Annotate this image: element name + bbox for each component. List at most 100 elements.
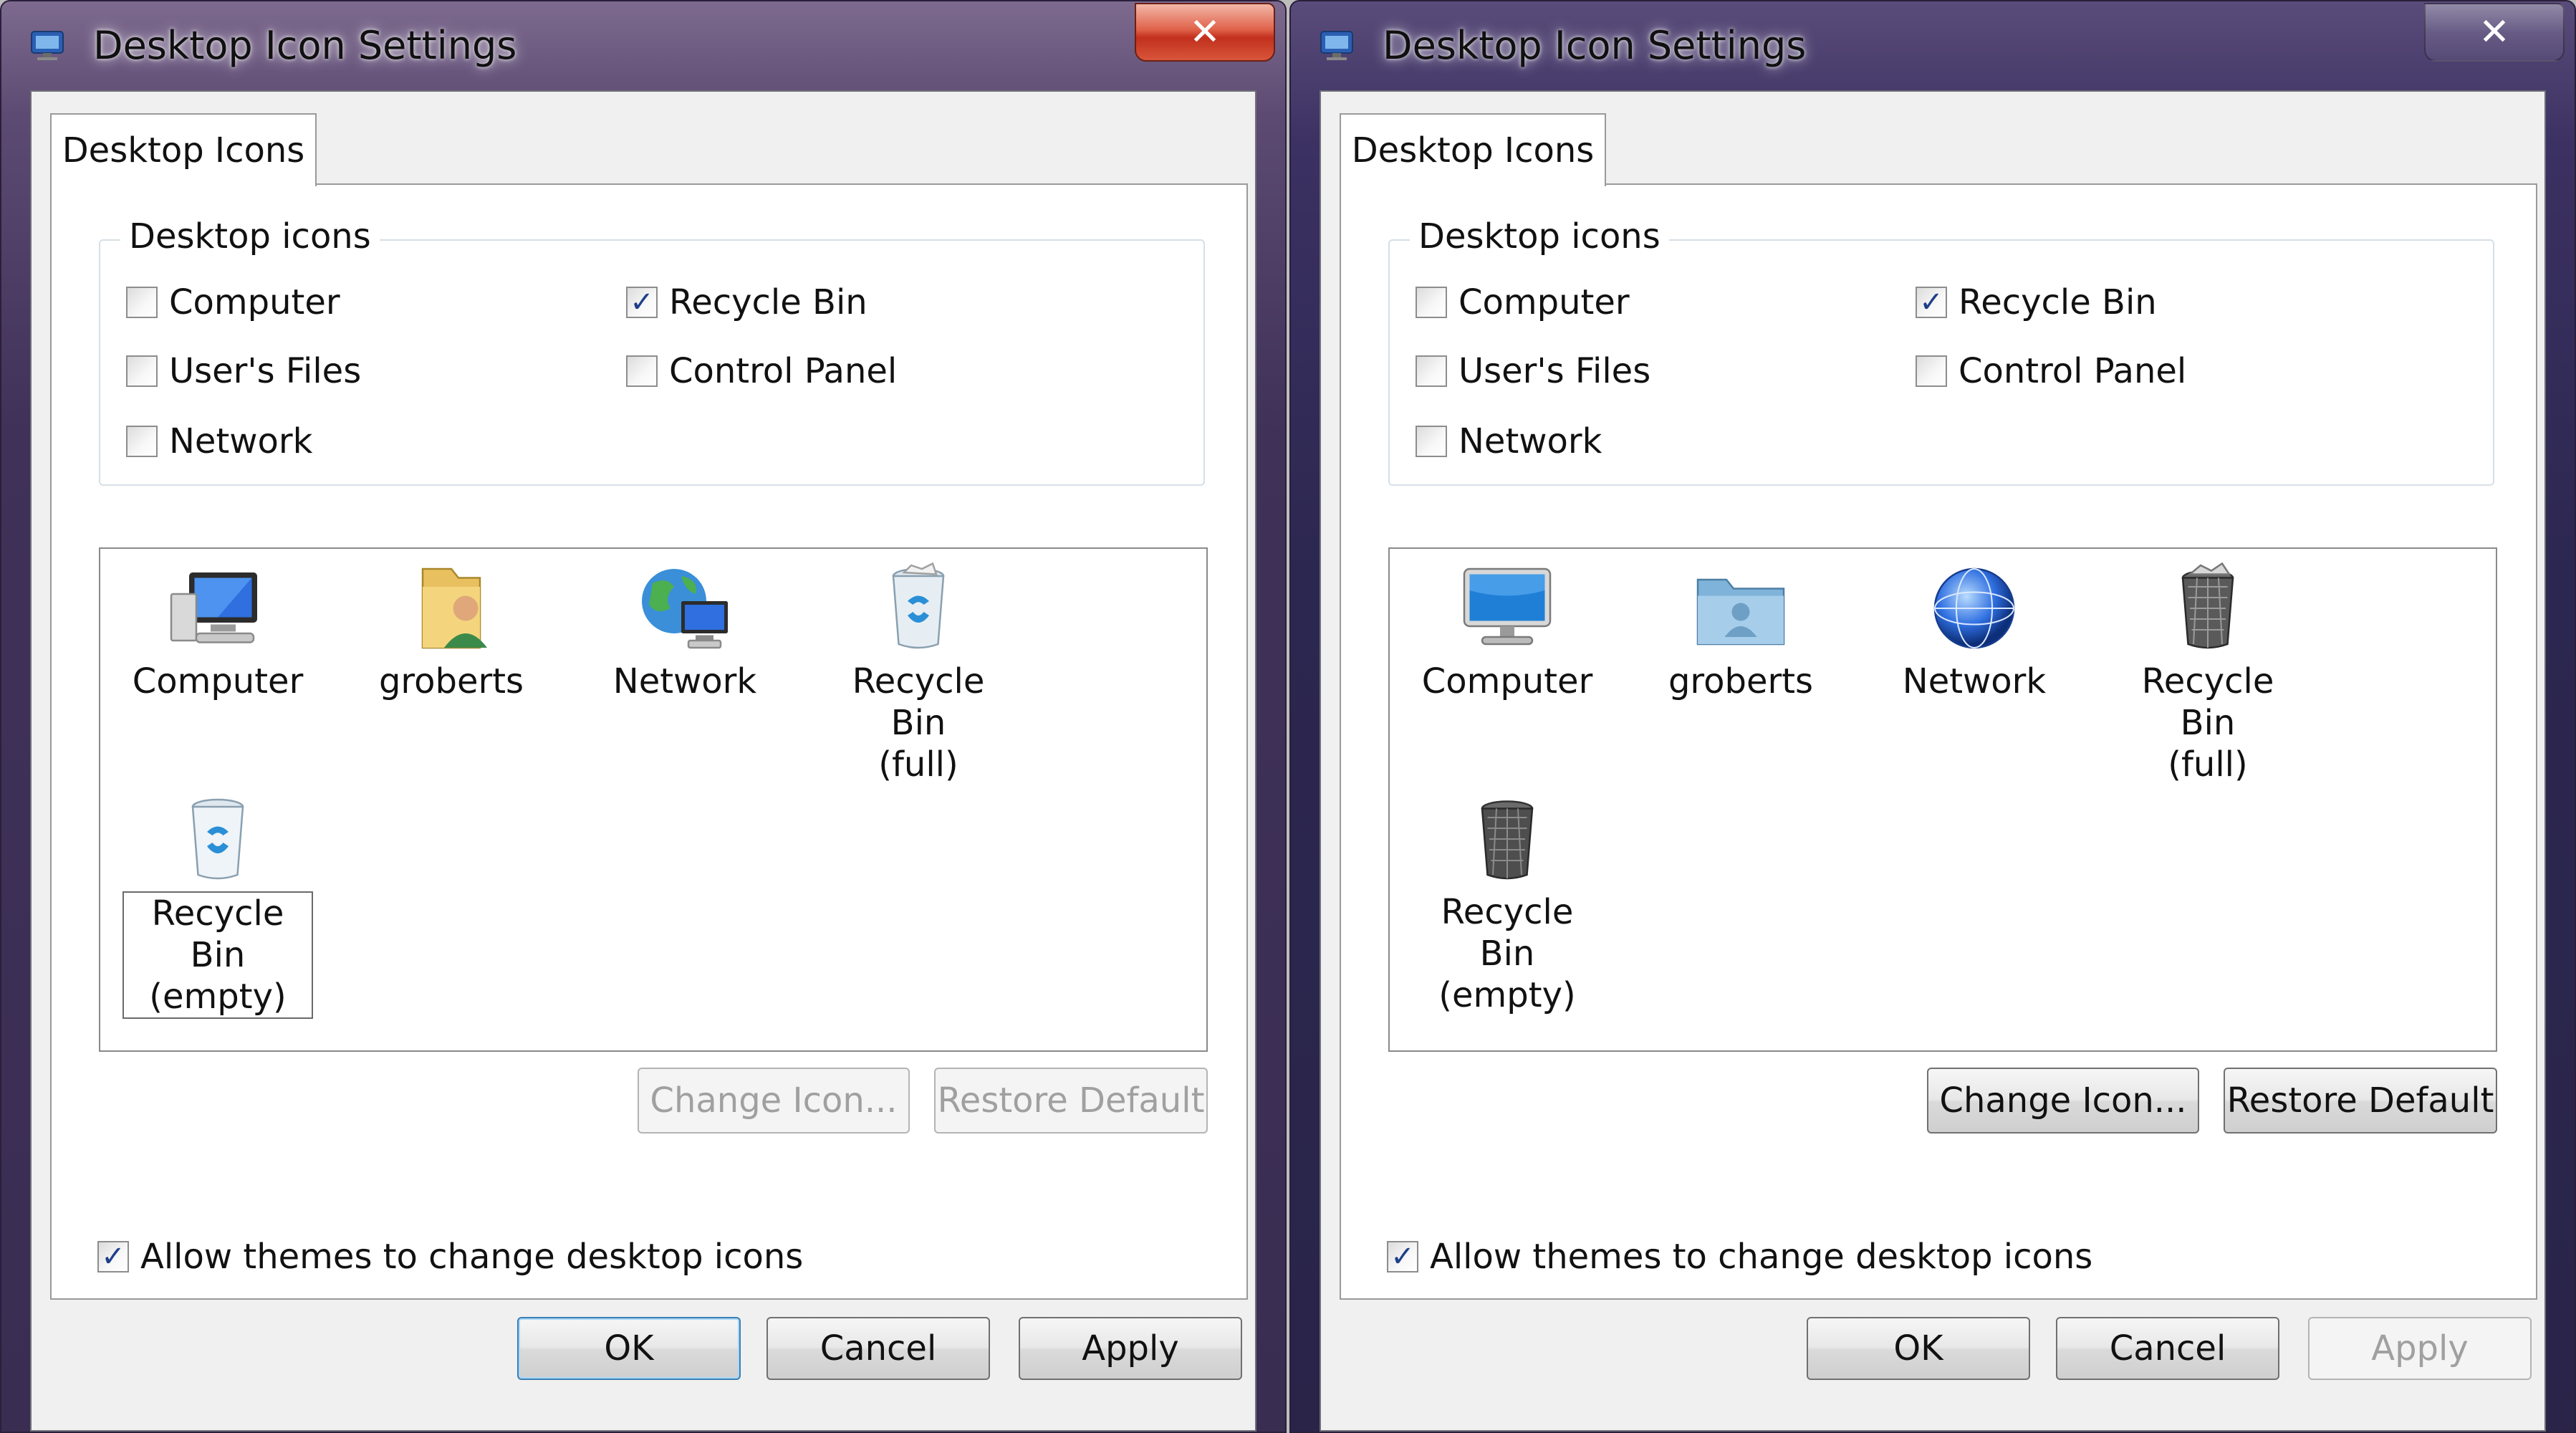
dialog-client-area: Desktop Icons Desktop icons Computer ✓ R… bbox=[1320, 90, 2546, 1432]
checkbox-label: Allow themes to change desktop icons bbox=[140, 1237, 804, 1277]
checkbox-allow-themes[interactable]: ✓ Allow themes to change desktop icons bbox=[1387, 1237, 2092, 1277]
icon-item-computer[interactable]: Computer bbox=[110, 562, 325, 702]
icon-item-recycle-bin-full[interactable]: Recycle Bin (full) bbox=[811, 562, 1026, 785]
checkbox-box[interactable] bbox=[626, 355, 658, 387]
checkbox-users-files[interactable]: User's Files bbox=[126, 351, 361, 391]
icon-item-recycle-bin-empty[interactable]: Recycle Bin (empty) bbox=[110, 792, 325, 1019]
user-folder-icon bbox=[1696, 578, 1785, 646]
monitor-icon bbox=[170, 572, 257, 643]
dialog-desktop-icon-settings-left: Desktop Icon Settings ✕ Desktop Icons De… bbox=[0, 0, 1287, 1433]
tab-panel: Desktop icons Computer ✓ Recycle Bin Use… bbox=[1340, 183, 2537, 1300]
icon-item-groberts[interactable]: groberts bbox=[344, 562, 559, 702]
apply-button[interactable]: Apply bbox=[2308, 1317, 2532, 1380]
close-button[interactable]: ✕ bbox=[2424, 3, 2565, 62]
icon-list[interactable]: Computer groberts Network Recycle Bin (f… bbox=[99, 547, 1208, 1052]
checkmark-icon[interactable]: ✓ bbox=[1916, 287, 1947, 318]
ok-button[interactable]: OK bbox=[517, 1317, 741, 1380]
groupbox-label: Desktop icons bbox=[1410, 216, 1669, 257]
checkbox-box[interactable] bbox=[126, 426, 158, 457]
icon-item-recycle-bin-empty[interactable]: Recycle Bin (empty) bbox=[1400, 792, 1615, 1016]
cancel-button[interactable]: Cancel bbox=[2056, 1317, 2279, 1380]
checkbox-network[interactable]: Network bbox=[126, 421, 312, 461]
icon-item-computer[interactable]: Computer bbox=[1400, 562, 1615, 702]
icon-label: Recycle Bin (empty) bbox=[122, 891, 313, 1019]
icon-label: groberts bbox=[378, 661, 524, 701]
icon-item-groberts[interactable]: groberts bbox=[1633, 562, 1848, 702]
tab-desktop-icons[interactable]: Desktop Icons bbox=[1340, 113, 1606, 186]
icon-label: Computer bbox=[132, 661, 304, 701]
checkbox-box[interactable] bbox=[1416, 355, 1447, 387]
app-icon bbox=[1320, 31, 1353, 60]
tab-desktop-icons[interactable]: Desktop Icons bbox=[50, 113, 317, 186]
checkbox-computer[interactable]: Computer bbox=[1416, 282, 1630, 322]
user-folder-icon bbox=[421, 567, 487, 649]
checkbox-label: Network bbox=[169, 421, 313, 461]
dialog-desktop-icon-settings-right: Desktop Icon Settings ✕ Desktop Icons De… bbox=[1289, 0, 2576, 1433]
checkbox-label: Control Panel bbox=[1959, 351, 2187, 391]
close-button[interactable]: ✕ bbox=[1135, 3, 1275, 62]
apply-button[interactable]: Apply bbox=[1019, 1317, 1242, 1380]
window-title: Desktop Icon Settings bbox=[93, 23, 517, 68]
title-bar[interactable]: Desktop Icon Settings ✕ bbox=[1291, 1, 2575, 90]
app-icon bbox=[31, 31, 64, 60]
checkbox-label: Recycle Bin bbox=[1959, 282, 2157, 322]
checkbox-control-panel[interactable]: Control Panel bbox=[626, 351, 897, 391]
checkbox-computer[interactable]: Computer bbox=[126, 282, 340, 322]
checkmark-icon[interactable]: ✓ bbox=[1387, 1241, 1418, 1273]
desktop-icons-groupbox: Desktop icons Computer ✓ Recycle Bin Use… bbox=[99, 216, 1205, 486]
icon-label: groberts bbox=[1668, 661, 1814, 701]
ok-button[interactable]: OK bbox=[1807, 1317, 2030, 1380]
icon-item-network[interactable]: Network bbox=[577, 562, 792, 702]
icon-item-network[interactable]: Network bbox=[1867, 562, 2082, 702]
checkmark-icon[interactable]: ✓ bbox=[97, 1241, 129, 1273]
checkbox-box[interactable] bbox=[1416, 426, 1447, 457]
checkbox-label: Recycle Bin bbox=[669, 282, 868, 322]
tab-panel: Desktop icons Computer ✓ Recycle Bin Use… bbox=[50, 183, 1248, 1300]
checkbox-control-panel[interactable]: Control Panel bbox=[1916, 351, 2186, 391]
recycle-bin-empty-icon bbox=[1481, 800, 1534, 880]
dialog-client-area: Desktop Icons Desktop icons Computer ✓ R… bbox=[30, 90, 1256, 1432]
icon-item-recycle-bin-full[interactable]: Recycle Bin (full) bbox=[2100, 562, 2315, 785]
recycle-bin-full-icon bbox=[892, 562, 945, 649]
globe-network-icon bbox=[1933, 567, 2015, 649]
checkbox-box[interactable] bbox=[1416, 287, 1447, 318]
icon-label: Network bbox=[612, 661, 757, 701]
window-title: Desktop Icon Settings bbox=[1383, 23, 1807, 68]
recycle-bin-full-icon bbox=[2181, 562, 2234, 649]
checkbox-box[interactable] bbox=[1916, 355, 1947, 387]
restore-default-button[interactable]: Restore Default bbox=[2224, 1068, 2497, 1134]
checkbox-label: User's Files bbox=[169, 351, 362, 391]
desktop-icons-groupbox: Desktop icons Computer ✓ Recycle Bin Use… bbox=[1388, 216, 2494, 486]
change-icon-button[interactable]: Change Icon... bbox=[638, 1068, 910, 1134]
checkbox-label: Network bbox=[1458, 421, 1602, 461]
checkbox-network[interactable]: Network bbox=[1416, 421, 1602, 461]
close-icon: ✕ bbox=[2479, 11, 2510, 54]
icon-label: Network bbox=[1902, 661, 2047, 701]
checkbox-label: Computer bbox=[1458, 282, 1630, 322]
checkbox-box[interactable] bbox=[126, 355, 158, 387]
checkbox-label: User's Files bbox=[1458, 351, 1651, 391]
recycle-bin-empty-icon bbox=[191, 798, 244, 880]
monitor-icon bbox=[1463, 567, 1552, 646]
title-bar[interactable]: Desktop Icon Settings ✕ bbox=[1, 1, 1285, 90]
groupbox-label: Desktop icons bbox=[120, 216, 380, 257]
checkbox-label: Control Panel bbox=[669, 351, 898, 391]
checkmark-icon[interactable]: ✓ bbox=[626, 287, 658, 318]
globe-network-icon bbox=[642, 569, 728, 649]
icon-label: Recycle Bin (full) bbox=[2141, 661, 2274, 785]
checkbox-label: Allow themes to change desktop icons bbox=[1430, 1237, 2093, 1277]
close-icon: ✕ bbox=[1189, 11, 1221, 54]
cancel-button[interactable]: Cancel bbox=[766, 1317, 990, 1380]
icon-list[interactable]: Computer groberts Network Recycle Bin (f… bbox=[1388, 547, 2497, 1052]
checkbox-users-files[interactable]: User's Files bbox=[1416, 351, 1650, 391]
checkbox-box[interactable] bbox=[126, 287, 158, 318]
icon-label: Recycle Bin (empty) bbox=[1438, 892, 1576, 1015]
icon-label: Computer bbox=[1421, 661, 1593, 701]
icon-label: Recycle Bin (full) bbox=[852, 661, 985, 785]
checkbox-recycle-bin[interactable]: ✓ Recycle Bin bbox=[626, 282, 868, 322]
checkbox-recycle-bin[interactable]: ✓ Recycle Bin bbox=[1916, 282, 2157, 322]
checkbox-allow-themes[interactable]: ✓ Allow themes to change desktop icons bbox=[97, 1237, 803, 1277]
restore-default-button[interactable]: Restore Default bbox=[934, 1068, 1208, 1134]
checkbox-label: Computer bbox=[169, 282, 340, 322]
change-icon-button[interactable]: Change Icon... bbox=[1927, 1068, 2199, 1134]
